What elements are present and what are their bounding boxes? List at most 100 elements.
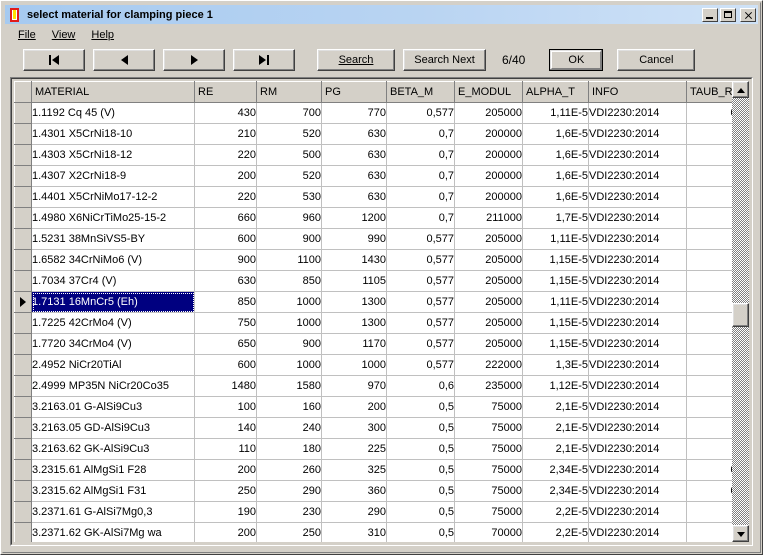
scroll-up-button[interactable] bbox=[732, 81, 749, 98]
cell-material[interactable]: 1.4301 X5CrNi18-10 bbox=[32, 124, 195, 145]
cell-info[interactable]: VDI2230:2014 bbox=[589, 502, 687, 523]
cell-info[interactable]: VDI2230:2014 bbox=[589, 313, 687, 334]
cell-beta-m[interactable]: 0,6 bbox=[387, 376, 455, 397]
cell-alpha-t[interactable]: 2,1E-5 bbox=[523, 418, 589, 439]
cell-beta-m[interactable]: 0,577 bbox=[387, 355, 455, 376]
cell-re[interactable]: 600 bbox=[195, 229, 257, 250]
row-selector-cell[interactable] bbox=[15, 145, 32, 166]
search-next-button[interactable]: Search Next bbox=[403, 49, 486, 71]
table-row[interactable]: 1.4980 X6NiCrTiMo25-15-266096012000,7211… bbox=[15, 208, 733, 229]
cell-material[interactable]: 1.6582 34CrNiMo6 (V) bbox=[32, 250, 195, 271]
table-row[interactable]: 3.2371.62 GK-AlSi7Mg wa2002503100,570000… bbox=[15, 523, 733, 543]
cell-pg[interactable]: 200 bbox=[322, 397, 387, 418]
cell-e-modul[interactable]: 205000 bbox=[455, 334, 523, 355]
cell-material[interactable]: 3.2163.01 G-AlSi9Cu3 bbox=[32, 397, 195, 418]
cell-taub-rm[interactable]: 0,79 bbox=[687, 166, 733, 187]
cell-rm[interactable]: 240 bbox=[257, 418, 322, 439]
row-selector-cell[interactable] bbox=[15, 271, 32, 292]
cell-taub-rm[interactable]: 0,77 bbox=[687, 187, 733, 208]
cell-rm[interactable]: 180 bbox=[257, 439, 322, 460]
cell-taub-rm[interactable]: 0,65 bbox=[687, 229, 733, 250]
cell-info[interactable]: VDI2230:2014 bbox=[589, 334, 687, 355]
cancel-button[interactable]: Cancel bbox=[617, 49, 695, 71]
cell-pg[interactable]: 225 bbox=[322, 439, 387, 460]
ok-button[interactable]: OK bbox=[549, 49, 603, 71]
cell-re[interactable]: 200 bbox=[195, 460, 257, 481]
cell-pg[interactable]: 630 bbox=[322, 124, 387, 145]
search-button[interactable]: Search bbox=[317, 49, 395, 71]
cell-alpha-t[interactable]: 2,34E-5 bbox=[523, 460, 589, 481]
cell-alpha-t[interactable]: 2,34E-5 bbox=[523, 481, 589, 502]
cell-beta-m[interactable]: 0,577 bbox=[387, 313, 455, 334]
cell-rm[interactable]: 900 bbox=[257, 229, 322, 250]
cell-alpha-t[interactable]: 2,1E-5 bbox=[523, 439, 589, 460]
cell-beta-m[interactable]: 0,7 bbox=[387, 145, 455, 166]
cell-alpha-t[interactable]: 1,15E-5 bbox=[523, 334, 589, 355]
scrollbar-thumb[interactable] bbox=[732, 303, 749, 327]
cell-pg[interactable]: 1430 bbox=[322, 250, 387, 271]
cell-taub-rm[interactable]: 0,66 bbox=[687, 334, 733, 355]
table-row[interactable]: 3.2163.05 GD-AlSi9Cu31402403000,5750002,… bbox=[15, 418, 733, 439]
cell-material[interactable]: 1.1192 Cq 45 (V) bbox=[32, 103, 195, 124]
close-button[interactable] bbox=[740, 8, 756, 22]
cell-e-modul[interactable]: 205000 bbox=[455, 313, 523, 334]
cell-info[interactable]: VDI2230:2014 bbox=[589, 355, 687, 376]
cell-material[interactable]: 3.2315.62 AlMgSi1 F31 bbox=[32, 481, 195, 502]
cell-pg[interactable]: 1200 bbox=[322, 208, 387, 229]
cell-material[interactable]: 1.4980 X6NiCrTiMo25-15-2 bbox=[32, 208, 195, 229]
cell-alpha-t[interactable]: 1,6E-5 bbox=[523, 187, 589, 208]
cell-rm[interactable]: 1000 bbox=[257, 292, 322, 313]
cell-material[interactable]: 1.4303 X5CrNi18-12 bbox=[32, 145, 195, 166]
cell-info[interactable]: VDI2230:2014 bbox=[589, 460, 687, 481]
cell-re[interactable]: 250 bbox=[195, 481, 257, 502]
row-selector-cell[interactable] bbox=[15, 523, 32, 543]
cell-beta-m[interactable]: 0,7 bbox=[387, 208, 455, 229]
cell-info[interactable]: VDI2230:2014 bbox=[589, 187, 687, 208]
row-selector-cell[interactable] bbox=[15, 376, 32, 397]
cell-material[interactable]: 2.4999 MP35N NiCr20Co35 bbox=[32, 376, 195, 397]
table-row[interactable]: 3.2163.62 GK-AlSi9Cu31101802250,5750002,… bbox=[15, 439, 733, 460]
cell-rm[interactable]: 520 bbox=[257, 166, 322, 187]
cell-rm[interactable]: 1580 bbox=[257, 376, 322, 397]
cell-beta-m[interactable]: 0,577 bbox=[387, 271, 455, 292]
cell-pg[interactable]: 1300 bbox=[322, 292, 387, 313]
cell-beta-m[interactable]: 0,577 bbox=[387, 250, 455, 271]
cell-pg[interactable]: 1170 bbox=[322, 334, 387, 355]
column-header-alpha-t[interactable]: ALPHA_T bbox=[523, 82, 589, 103]
table-row[interactable]: 1.4401 X5CrNiMo17-12-22205306300,7200000… bbox=[15, 187, 733, 208]
cell-rm[interactable]: 1000 bbox=[257, 313, 322, 334]
cell-beta-m[interactable]: 0,7 bbox=[387, 187, 455, 208]
cell-taub-rm[interactable]: 0,577 bbox=[687, 481, 733, 502]
cell-re[interactable]: 200 bbox=[195, 166, 257, 187]
cell-re[interactable]: 630 bbox=[195, 271, 257, 292]
cell-re[interactable]: 220 bbox=[195, 145, 257, 166]
table-row[interactable]: 3.2315.62 AlMgSi1 F312502903600,5750002,… bbox=[15, 481, 733, 502]
row-selector-cell[interactable] bbox=[15, 292, 32, 313]
cell-taub-rm[interactable]: 0,7 bbox=[687, 208, 733, 229]
cell-material[interactable]: 1.5231 38MnSiVS5-BY bbox=[32, 229, 195, 250]
cell-alpha-t[interactable]: 1,3E-5 bbox=[523, 355, 589, 376]
cell-taub-rm[interactable]: 0,52 bbox=[687, 523, 733, 543]
column-header-pg[interactable]: PG bbox=[322, 82, 387, 103]
cell-info[interactable]: VDI2230:2014 bbox=[589, 229, 687, 250]
cell-re[interactable]: 850 bbox=[195, 292, 257, 313]
table-row[interactable]: 3.2163.01 G-AlSi9Cu31001602000,5750002,1… bbox=[15, 397, 733, 418]
cell-pg[interactable]: 1105 bbox=[322, 271, 387, 292]
cell-pg[interactable]: 1000 bbox=[322, 355, 387, 376]
cell-info[interactable]: VDI2230:2014 bbox=[589, 292, 687, 313]
row-selector-cell[interactable] bbox=[15, 397, 32, 418]
grid-scroll-area[interactable]: MATERIAL RE RM PG BETA_M E_MODUL ALPHA_T… bbox=[14, 81, 732, 542]
cell-e-modul[interactable]: 200000 bbox=[455, 187, 523, 208]
table-row[interactable]: 1.4307 X2CrNi18-92005206300,72000001,6E-… bbox=[15, 166, 733, 187]
column-header-material[interactable]: MATERIAL bbox=[32, 82, 195, 103]
cell-material[interactable]: 1.7131 16MnCr5 (Eh) bbox=[32, 292, 195, 313]
last-record-button[interactable] bbox=[233, 49, 295, 71]
cell-rm[interactable]: 700 bbox=[257, 103, 322, 124]
row-selector-cell[interactable] bbox=[15, 187, 32, 208]
cell-material[interactable]: 1.7225 42CrMo4 (V) bbox=[32, 313, 195, 334]
cell-beta-m[interactable]: 0,5 bbox=[387, 418, 455, 439]
cell-beta-m[interactable]: 0,577 bbox=[387, 229, 455, 250]
scroll-down-button[interactable] bbox=[732, 525, 749, 542]
cell-material[interactable]: 3.2163.05 GD-AlSi9Cu3 bbox=[32, 418, 195, 439]
cell-rm[interactable]: 1000 bbox=[257, 355, 322, 376]
